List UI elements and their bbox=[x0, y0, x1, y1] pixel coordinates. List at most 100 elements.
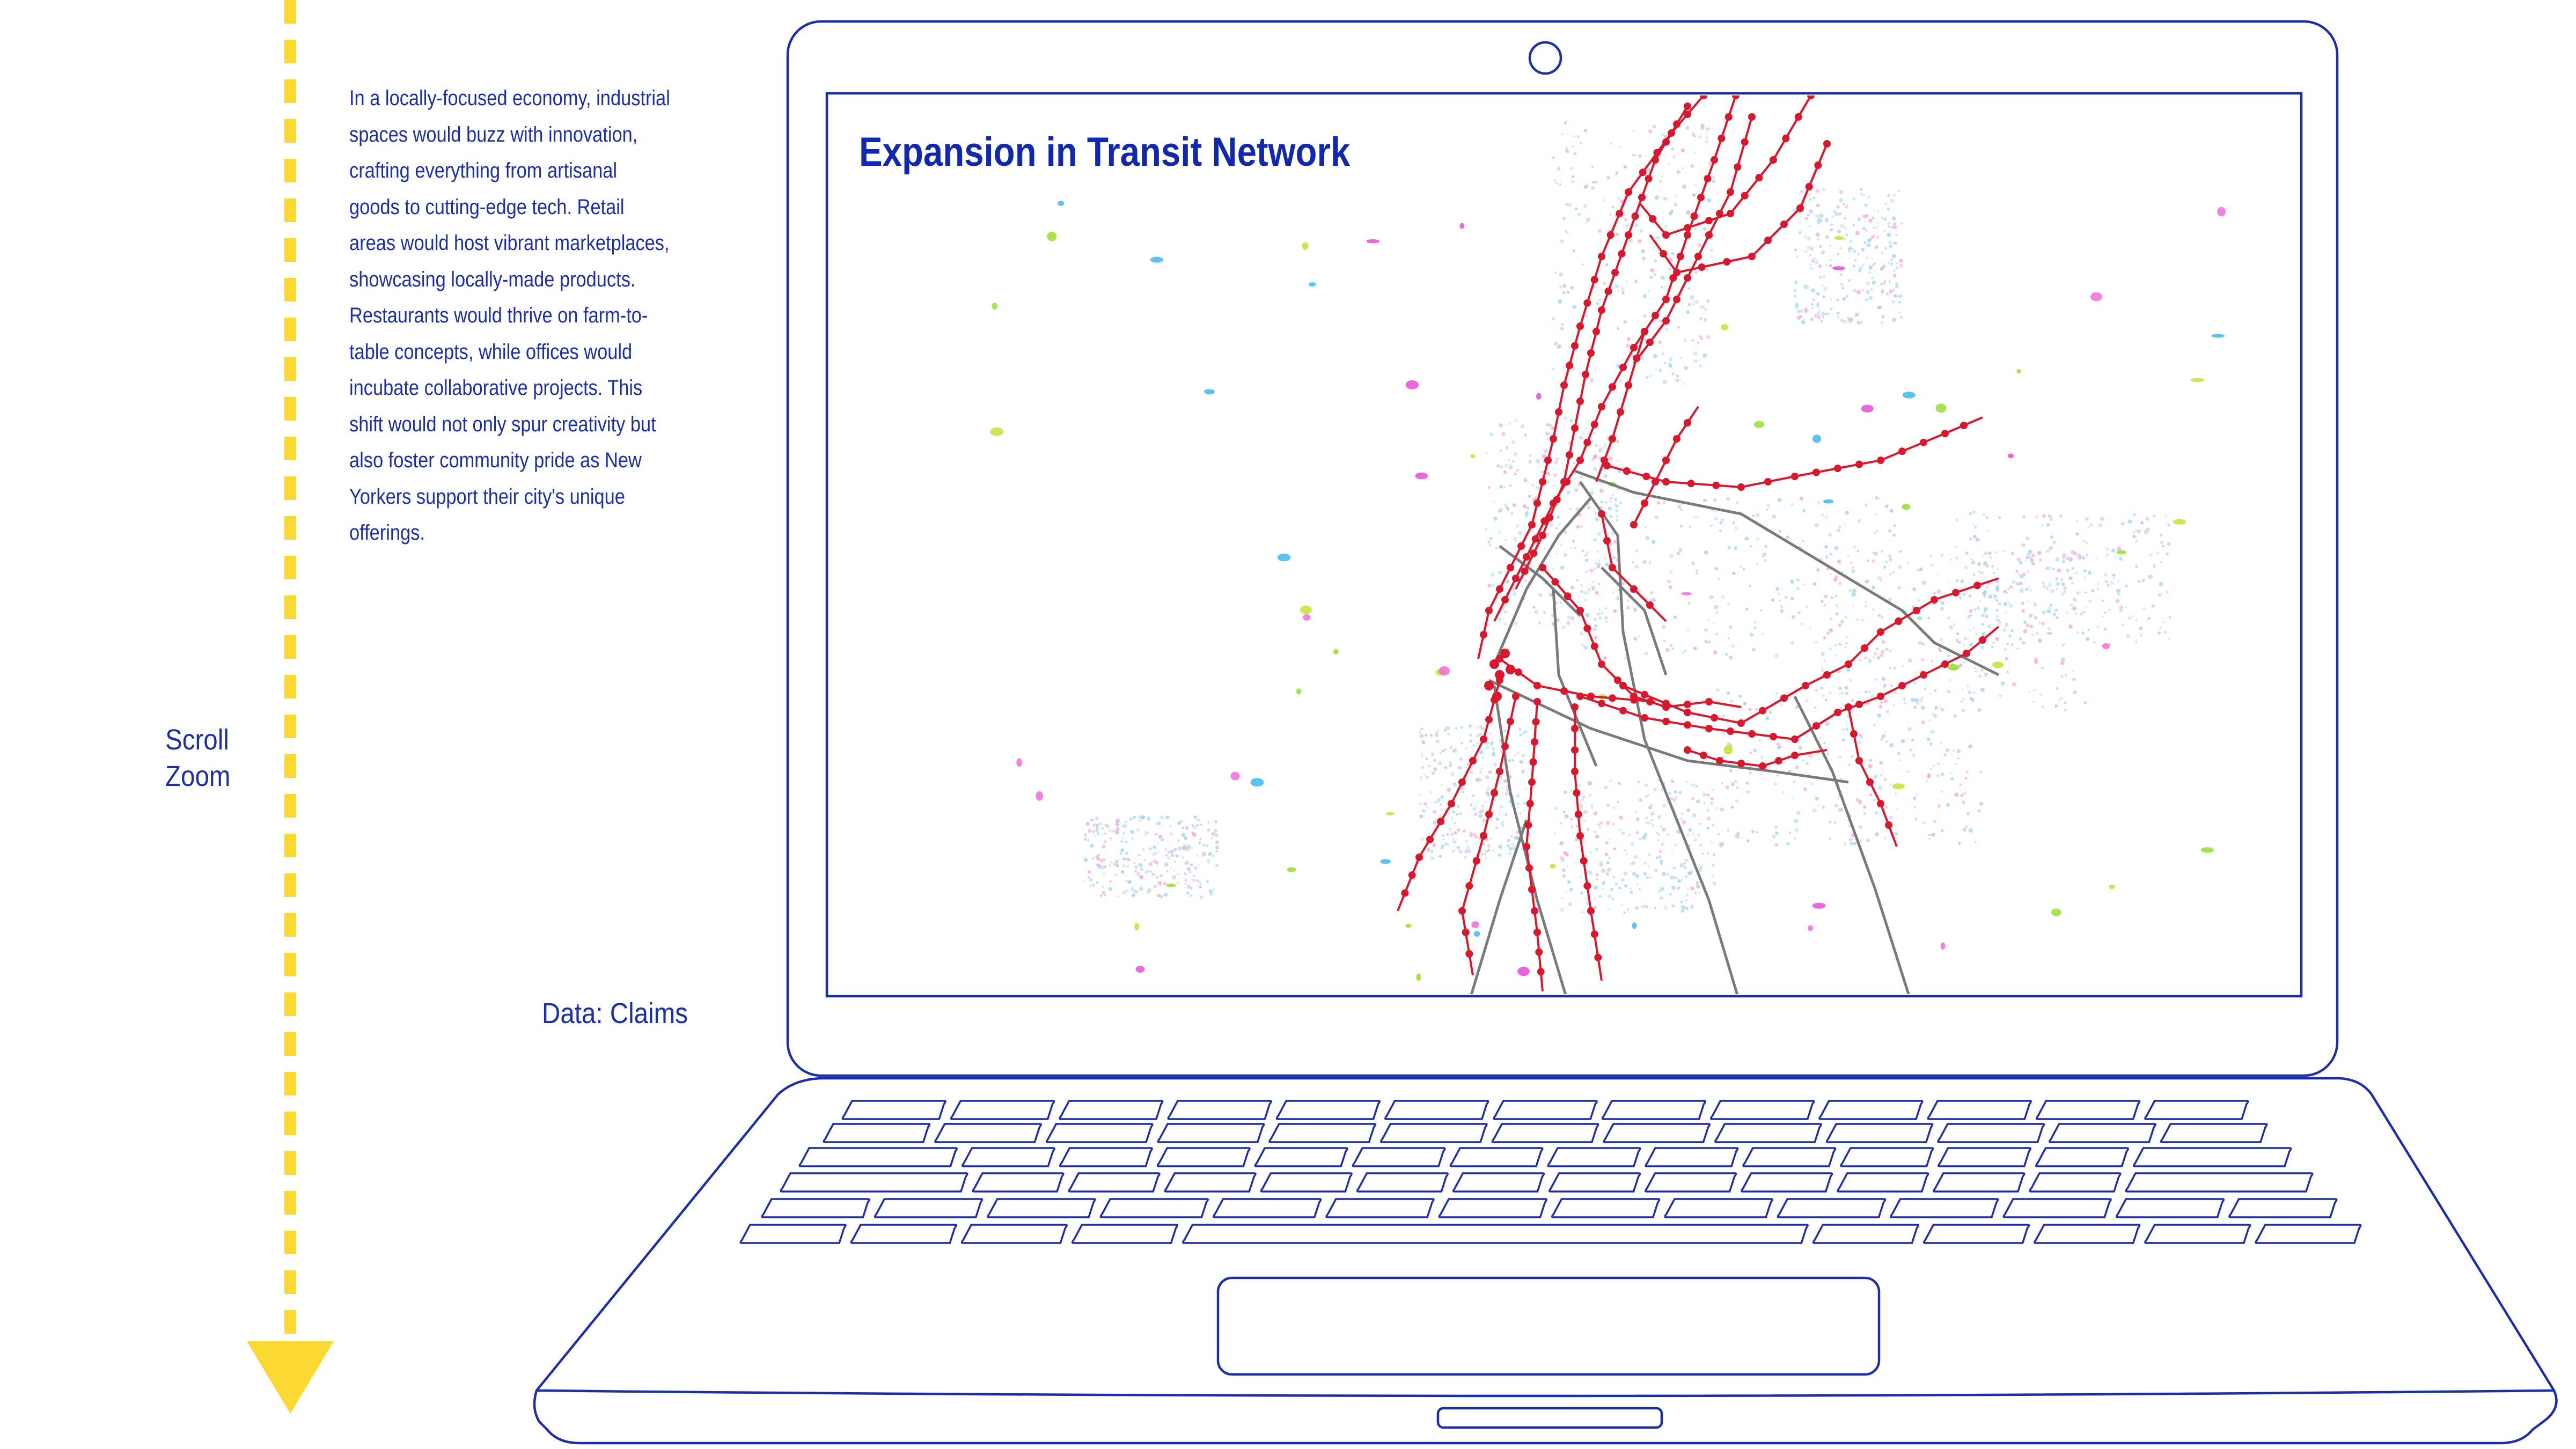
station-dot bbox=[1625, 231, 1632, 239]
station-dot bbox=[1550, 499, 1557, 507]
station-dot bbox=[1528, 778, 1536, 786]
laptop-base bbox=[533, 1077, 2558, 1445]
keyboard-key bbox=[1840, 1147, 1934, 1167]
station-dot bbox=[1492, 692, 1502, 701]
keyboard-key bbox=[2144, 1100, 2249, 1120]
station-dot bbox=[1823, 671, 1831, 679]
keyboard-key bbox=[1825, 1123, 1934, 1143]
station-dot bbox=[1759, 762, 1766, 770]
keyboard-key bbox=[1812, 1224, 1919, 1244]
station-dot bbox=[1532, 718, 1540, 726]
station-dot bbox=[1877, 800, 1884, 807]
keyboard-key bbox=[1603, 1123, 1711, 1143]
station-dot bbox=[1618, 250, 1626, 258]
station-dot bbox=[1521, 567, 1529, 575]
keyboard-key bbox=[2133, 1147, 2292, 1167]
station-dot bbox=[1616, 210, 1624, 217]
station-dot bbox=[1684, 746, 1691, 754]
station-dot bbox=[1574, 811, 1582, 818]
station-dot bbox=[1652, 312, 1659, 319]
keyboard-key bbox=[1818, 1100, 1924, 1120]
rail-line bbox=[1488, 679, 1849, 784]
station-dot bbox=[1641, 714, 1648, 722]
station-dot bbox=[1590, 930, 1598, 938]
station-dot bbox=[1673, 435, 1680, 443]
station-dot bbox=[1523, 553, 1530, 561]
station-dot bbox=[1877, 628, 1884, 636]
station-dot bbox=[1598, 700, 1605, 708]
station-dot bbox=[1684, 231, 1691, 239]
station-dot bbox=[1571, 342, 1579, 350]
rail-line bbox=[1574, 469, 2000, 676]
station-dot bbox=[1764, 237, 1772, 244]
station-dot bbox=[1834, 465, 1841, 472]
station-dot bbox=[1649, 215, 1656, 223]
station-dot bbox=[1748, 730, 1756, 738]
station-dot bbox=[1598, 660, 1605, 668]
station-dot bbox=[1630, 696, 1638, 704]
station-dot bbox=[1631, 212, 1639, 220]
station-dot bbox=[1501, 742, 1509, 751]
station-dot bbox=[1580, 857, 1588, 865]
station-dot bbox=[1711, 156, 1718, 164]
keyboard-key bbox=[1452, 1172, 1545, 1193]
station-dot bbox=[1583, 438, 1591, 446]
station-dot bbox=[1496, 768, 1503, 775]
station-dot bbox=[1823, 140, 1831, 148]
keyboard-key bbox=[780, 1172, 968, 1193]
station-dot bbox=[1732, 95, 1740, 99]
station-dot bbox=[1920, 671, 1927, 679]
station-dot bbox=[1734, 163, 1742, 171]
keyboard-key bbox=[2115, 1198, 2225, 1218]
station-dot bbox=[1496, 585, 1503, 593]
station-dot bbox=[1796, 204, 1804, 212]
station-dot bbox=[1571, 746, 1579, 754]
station-dot bbox=[1480, 631, 1487, 638]
station-dot bbox=[1540, 517, 1548, 525]
keyboard-key bbox=[1837, 1172, 1929, 1193]
keyboard-key bbox=[1045, 1123, 1154, 1143]
station-dot bbox=[1609, 383, 1616, 391]
station-dot bbox=[1529, 758, 1537, 766]
keyboard-key bbox=[1182, 1224, 1809, 1244]
station-dot bbox=[1723, 258, 1731, 266]
station-dot bbox=[1834, 709, 1841, 716]
rail-line bbox=[1601, 567, 1668, 675]
station-dot bbox=[1898, 447, 1906, 455]
station-dot bbox=[1770, 156, 1777, 164]
laptop-screen[interactable]: Expansion in Transit Network bbox=[829, 95, 2299, 994]
rail-line bbox=[1499, 545, 1581, 617]
station-dot bbox=[1582, 371, 1589, 378]
station-dot bbox=[1465, 882, 1473, 890]
station-dot bbox=[1609, 435, 1616, 443]
station-dot bbox=[1920, 438, 1927, 446]
station-dot bbox=[1898, 682, 1906, 689]
station-dot bbox=[1633, 355, 1640, 362]
keyboard-key bbox=[1268, 1123, 1376, 1143]
station-dot bbox=[1855, 460, 1863, 468]
station-dot bbox=[1700, 752, 1707, 759]
keyboard-key bbox=[1645, 1172, 1737, 1193]
station-dot bbox=[1885, 821, 1892, 829]
station-dot bbox=[1684, 224, 1691, 232]
station-dot bbox=[1662, 457, 1670, 464]
station-dot bbox=[1727, 210, 1734, 217]
keyboard-key bbox=[1068, 1172, 1161, 1193]
station-dot bbox=[1495, 670, 1504, 680]
station-dot bbox=[1775, 757, 1782, 764]
station-dot bbox=[1952, 589, 1959, 597]
station-dot bbox=[1539, 564, 1546, 571]
station-dot bbox=[1587, 907, 1595, 915]
station-dot bbox=[1646, 339, 1654, 346]
station-dot bbox=[1755, 174, 1763, 182]
station-dot bbox=[1539, 532, 1546, 539]
station-dot bbox=[1560, 687, 1568, 695]
keyboard-key bbox=[1601, 1100, 1706, 1120]
keyboard-key bbox=[1275, 1100, 1381, 1120]
station-dot bbox=[1877, 457, 1884, 464]
station-dot bbox=[1506, 665, 1515, 674]
station-dot bbox=[1812, 468, 1820, 476]
subway-lines bbox=[1397, 95, 2000, 992]
station-dot bbox=[1611, 269, 1619, 276]
station-dot bbox=[1590, 421, 1598, 429]
